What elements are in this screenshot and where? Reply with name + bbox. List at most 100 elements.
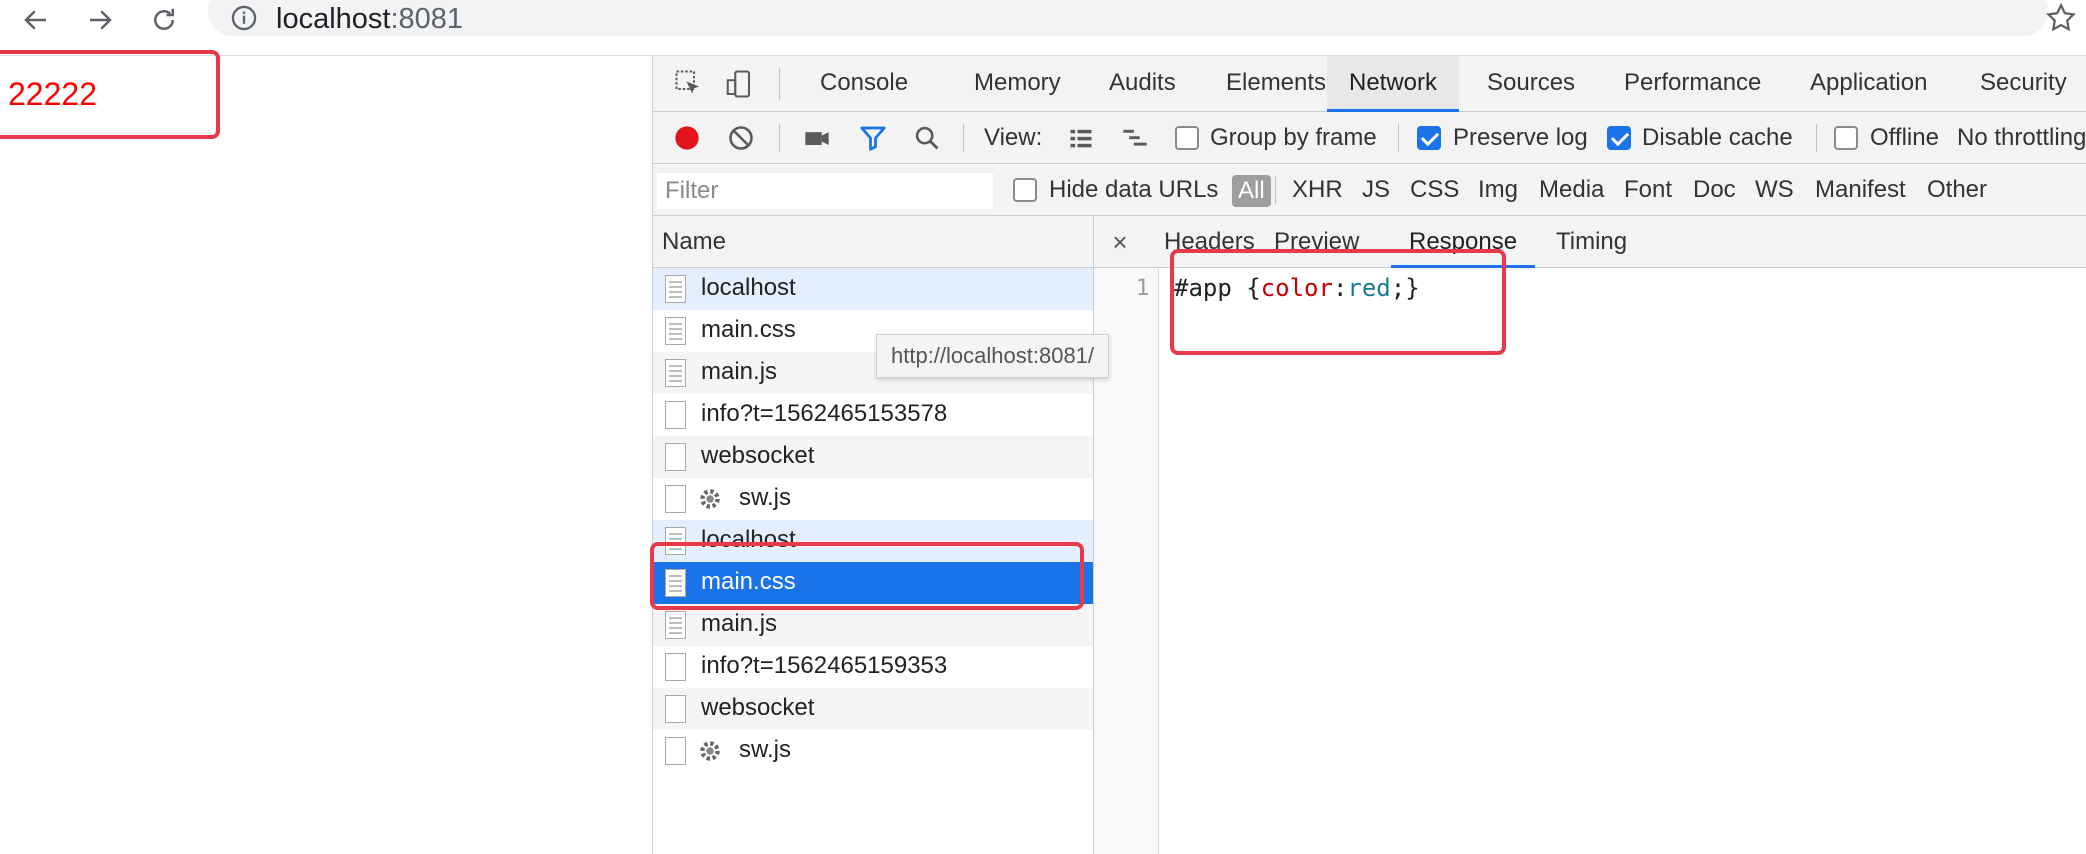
info-icon[interactable] (230, 4, 258, 32)
document-icon (665, 317, 686, 345)
type-filter-doc[interactable]: Doc (1693, 164, 1736, 216)
request-row[interactable]: main.js (653, 604, 1093, 646)
throttling-select[interactable]: No throttling (1957, 112, 2086, 164)
type-filter-other[interactable]: Other (1927, 164, 1987, 216)
detail-tab-bar: × Headers Preview Response Timing (1094, 216, 2086, 268)
back-button[interactable] (16, 2, 56, 38)
screenshot-button[interactable] (799, 120, 835, 156)
reload-button[interactable] (144, 2, 184, 38)
toolbar-divider (779, 124, 780, 152)
blank-file-icon (665, 485, 686, 513)
request-row[interactable]: sw.js (653, 730, 1093, 772)
request-name: main.js (701, 610, 778, 637)
request-row[interactable]: info?t=1562465159353 (653, 646, 1093, 688)
request-name: websocket (701, 694, 815, 721)
request-row[interactable]: websocket (653, 688, 1093, 730)
inspect-cursor-icon (675, 70, 699, 94)
css-end: ;} (1390, 274, 1420, 302)
network-toolbar: View: Group by frame Preserve log Disabl… (653, 112, 2086, 164)
css-colon: : (1332, 274, 1348, 302)
devtools-panel: Console Memory Audits Elements Network S… (652, 56, 2086, 854)
tab-audits[interactable]: Audits (1087, 56, 1198, 112)
request-row[interactable]: localhost (653, 520, 1093, 562)
group-by-frame-checkbox[interactable] (1175, 126, 1199, 150)
filter-input[interactable] (657, 173, 993, 209)
blank-file-icon (665, 653, 686, 681)
offline-checkbox[interactable] (1834, 126, 1858, 150)
clear-button[interactable] (723, 120, 759, 156)
request-name: localhost (701, 274, 796, 301)
type-filter-js[interactable]: JS (1362, 164, 1390, 216)
disable-cache-label: Disable cache (1642, 124, 1793, 151)
hide-data-urls-label: Hide data URLs (1049, 176, 1219, 203)
record-button[interactable] (669, 120, 705, 156)
bookmark-star-icon[interactable] (2044, 1, 2078, 35)
tab-response[interactable]: Response (1391, 216, 1536, 268)
url-tooltip: http://localhost:8081/ (876, 334, 1110, 378)
url-text[interactable]: localhost:8081 (276, 1, 463, 37)
preserve-log-checkbox[interactable] (1417, 126, 1441, 150)
inspect-element-button[interactable] (671, 66, 707, 102)
group-by-frame-label: Group by frame (1210, 124, 1377, 151)
filter-toggle-button[interactable] (855, 120, 891, 156)
device-toolbar-button[interactable] (721, 66, 757, 102)
blank-file-icon (665, 695, 686, 723)
blank-file-icon (665, 737, 686, 765)
disable-cache-checkbox[interactable] (1607, 126, 1631, 150)
request-name: info?t=1562465159353 (701, 652, 948, 679)
response-code[interactable]: #app {color:red;} (1174, 274, 1420, 302)
request-name: main.css (701, 568, 796, 595)
waterfall-view-button[interactable] (1117, 120, 1153, 156)
request-row[interactable]: sw.js (653, 478, 1093, 520)
tab-sources[interactable]: Sources (1465, 56, 1597, 112)
css-selector: #app { (1174, 274, 1261, 302)
document-icon (665, 611, 686, 639)
waterfall-icon (1123, 129, 1147, 146)
url-port: :8081 (390, 3, 464, 35)
type-filter-media[interactable]: Media (1539, 164, 1604, 216)
toolbar-divider (963, 124, 964, 152)
devtools-tab-bar: Console Memory Audits Elements Network S… (653, 56, 2086, 112)
tab-headers[interactable]: Headers (1146, 216, 1273, 268)
name-column-header[interactable]: Name (653, 216, 1093, 268)
search-icon (915, 126, 939, 150)
document-icon (665, 569, 686, 597)
type-filter-all[interactable]: All (1232, 175, 1271, 207)
tab-timing[interactable]: Timing (1538, 216, 1645, 268)
tab-preview[interactable]: Preview (1256, 216, 1377, 268)
hide-data-urls-checkbox[interactable] (1013, 178, 1037, 202)
document-icon (665, 527, 686, 555)
request-detail-panel: × Headers Preview Response Timing 1 #app… (1094, 216, 2086, 854)
type-filter-xhr[interactable]: XHR (1292, 164, 1343, 216)
request-name: sw.js (739, 484, 792, 511)
tab-application[interactable]: Application (1788, 56, 1949, 112)
url-host: localhost (276, 3, 391, 35)
tab-console[interactable]: Console (798, 56, 930, 112)
css-value: red (1347, 274, 1391, 302)
address-bar[interactable] (208, 0, 2048, 36)
large-rows-button[interactable] (1063, 120, 1099, 156)
type-filter-img[interactable]: Img (1478, 164, 1518, 216)
tab-security[interactable]: Security (1958, 56, 2086, 112)
record-icon (675, 126, 699, 150)
tab-divider (779, 68, 780, 100)
css-property: color (1260, 274, 1333, 302)
type-filter-font[interactable]: Font (1624, 164, 1672, 216)
type-filter-manifest[interactable]: Manifest (1815, 164, 1906, 216)
blank-file-icon (665, 401, 686, 429)
tab-memory[interactable]: Memory (952, 56, 1083, 112)
request-list: Name localhost main.css main.js info?t=1… (653, 216, 1094, 854)
page-viewport: 22222 (0, 56, 652, 854)
request-row[interactable]: info?t=1562465153578 (653, 394, 1093, 436)
request-row[interactable]: websocket (653, 436, 1093, 478)
request-row-selected[interactable]: main.css (653, 562, 1093, 604)
forward-button[interactable] (80, 2, 120, 38)
type-filter-ws[interactable]: WS (1755, 164, 1794, 216)
request-name: main.js (701, 358, 778, 385)
close-detail-button[interactable]: × (1102, 224, 1138, 260)
search-button[interactable] (909, 120, 945, 156)
tab-performance[interactable]: Performance (1602, 56, 1783, 112)
type-filter-css[interactable]: CSS (1410, 164, 1459, 216)
request-row[interactable]: localhost (653, 268, 1093, 310)
tab-network[interactable]: Network (1327, 56, 1460, 112)
